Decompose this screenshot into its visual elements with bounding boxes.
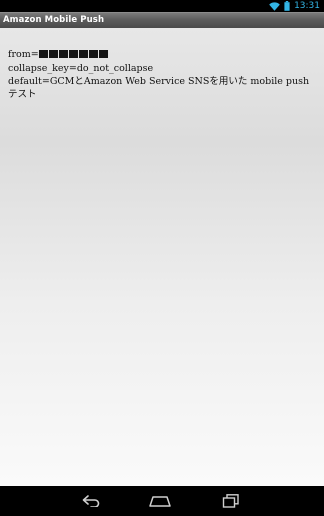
home-icon [149,496,171,507]
status-icons: 13:31 [269,0,320,12]
back-button[interactable] [77,492,107,510]
status-clock: 13:31 [294,1,320,11]
recent-apps-button[interactable] [216,492,246,510]
from-label: from= [8,49,39,60]
redacted-sender-id [38,49,109,62]
message-content-area: from= collapse_key=do_not_collapse defau… [0,28,324,486]
default-message-line: default=GCMとAmazon Web Service SNSを用いた m… [8,76,310,100]
home-button[interactable] [145,492,175,510]
collapse-key-line: collapse_key=do_not_collapse [8,63,154,74]
app-title-bar: Amazon Mobile Push [0,12,324,28]
push-message: from= collapse_key=do_not_collapse defau… [8,48,314,101]
battery-icon [284,1,290,11]
app-title: Amazon Mobile Push [3,15,105,25]
recent-apps-icon [222,494,239,508]
back-icon [82,495,100,507]
wifi-icon [269,1,280,11]
from-line: from= [8,48,314,62]
navigation-bar [0,486,324,516]
status-bar: 13:31 [0,0,324,12]
